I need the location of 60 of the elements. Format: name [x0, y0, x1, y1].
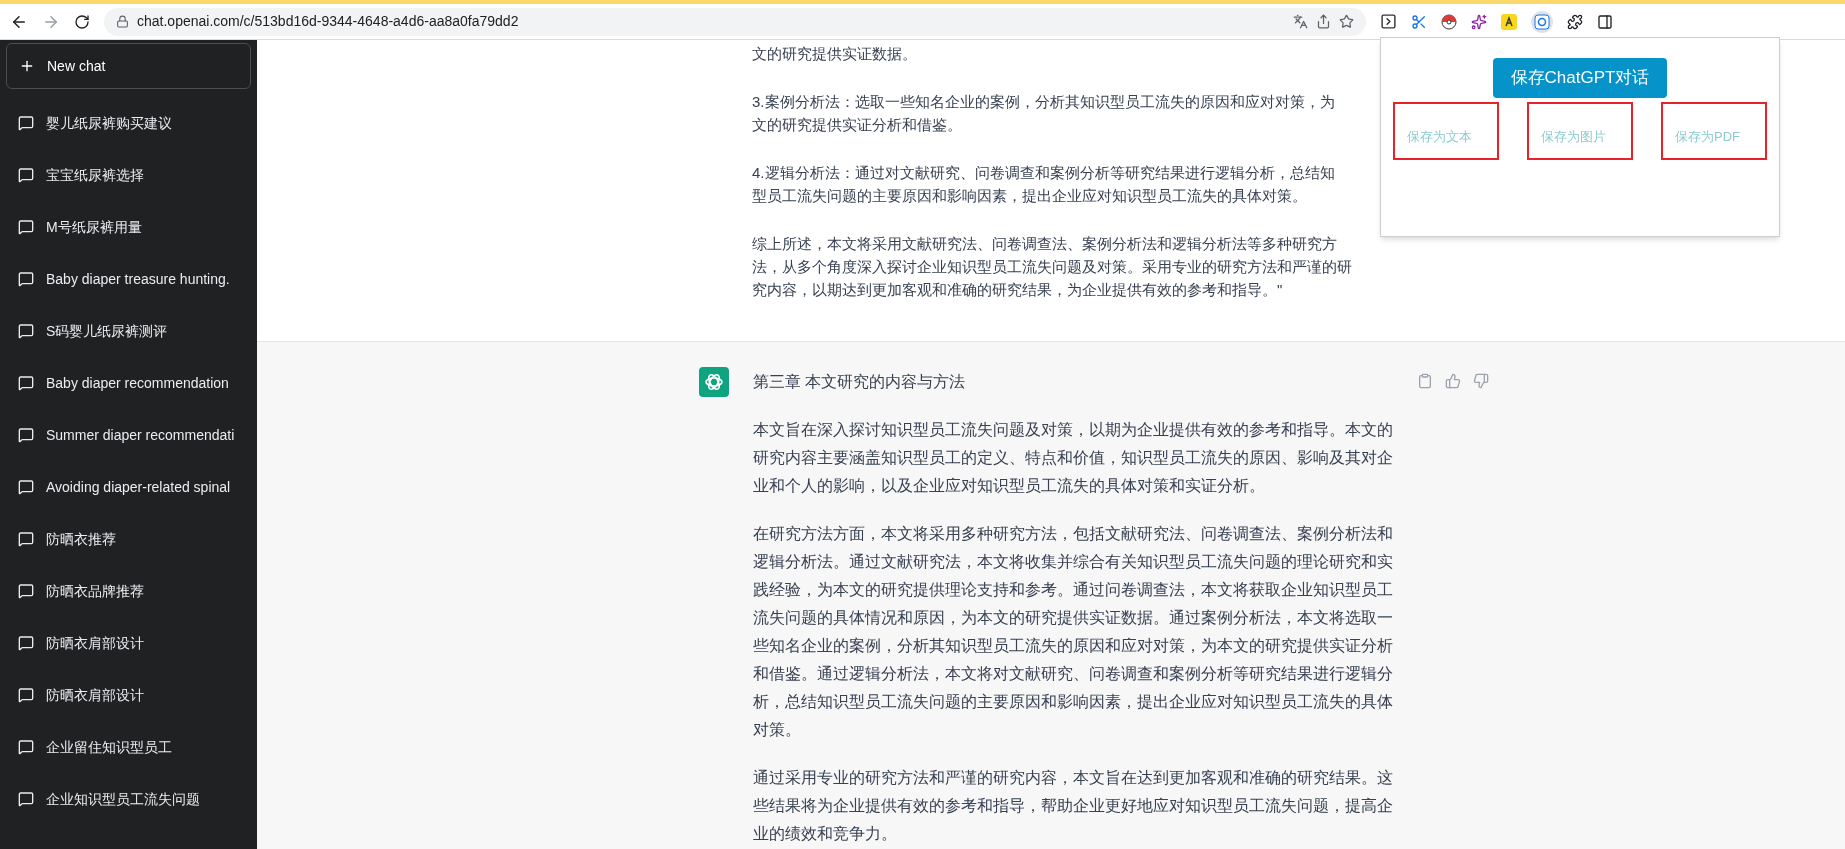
- chat-history-item[interactable]: 婴儿纸尿裤购买建议: [6, 97, 251, 149]
- extension-icon[interactable]: [1531, 10, 1553, 33]
- chat-history-item[interactable]: S码婴儿纸尿裤测评: [6, 305, 251, 357]
- message-text: 本文旨在深入探讨知识型员工流失问题及对策，以期为企业提供有效的参考和指导。本文的研究内容主要涵盖知识型员工的定义、特点和价值，知识型员工流失的原因、影响及其对企业和个人的影响，以及企业应对知识型员工流失的具体对策和实证分析。: [753, 420, 1393, 496]
- message-text: 3.案例分析法：选取一些知名企业的案例，分析其知识型员工流失的原因和应对对策，为: [752, 92, 1335, 112]
- chat-bubble-icon: [18, 323, 34, 339]
- logo-icon: [699, 367, 729, 397]
- chat-history-item[interactable]: 防晒衣肩部设计: [6, 669, 251, 721]
- chat-bubble-icon: [18, 479, 34, 495]
- side-panel-icon[interactable]: [1597, 13, 1613, 30]
- chat-history-item[interactable]: 防晒衣肩部设计: [6, 617, 251, 669]
- reload-icon[interactable]: [74, 13, 90, 30]
- letter-tile-icon[interactable]: [1501, 13, 1517, 30]
- plus-icon: [19, 58, 35, 74]
- message-text: 文的研究提供实证数据。: [752, 44, 917, 64]
- chat-history-item[interactable]: 防晒衣品牌推荐: [6, 565, 251, 617]
- message-text: 究内容，以期达到更加客观和准确的研究结果，为企业提供有效的参考和指导。": [752, 280, 1283, 300]
- translate-icon[interactable]: [1293, 14, 1308, 29]
- chat-bubble-icon: [18, 115, 34, 131]
- chat-bubble-icon: [18, 167, 34, 183]
- chat-history-item[interactable]: 企业知识型员工流失问题: [6, 773, 251, 825]
- address-field[interactable]: chat.openai.com/c/513bd16d-9344-4648-a4d6-aa8a0fa79dd2: [104, 7, 1366, 36]
- message-text: 通过采用专业的研究方法和严谨的研究内容，本文旨在达到更加客观和准确的研究结果。这些结果将为企业提供有效的参考和指导，帮助企业更好地应对知识型员工流失问题，提高企业的绩效和竞争力。: [753, 768, 1393, 844]
- terminal-icon[interactable]: [1380, 13, 1397, 30]
- thumbs-up-icon[interactable]: [1445, 373, 1461, 389]
- chat-history-item[interactable]: 宝宝纸尿裤选择: [6, 149, 251, 201]
- chat-history-item[interactable]: Baby diaper treasure hunting.: [6, 253, 251, 305]
- chat-history-item[interactable]: Summer diaper recommendati: [6, 409, 251, 461]
- url-text: chat.openai.com/c/513bd16d-9344-4648-a4d6-aa8a0fa79dd2: [137, 12, 519, 31]
- chat-bubble-icon: [18, 791, 34, 807]
- message-text: 综上所述，本文将采用文献研究法、问卷调查法、案例分析法和逻辑分析法等多种研究方: [752, 234, 1337, 254]
- chat-bubble-icon: [18, 375, 34, 391]
- chat-bubble-icon: [18, 635, 34, 651]
- ball-icon[interactable]: [1441, 13, 1457, 30]
- thumbs-down-icon[interactable]: [1473, 373, 1489, 389]
- message-text: 在研究方法方面，本文将采用多种研究方法，包括文献研究法、问卷调查法、案例分析法和逻辑分析法。通过文献研究法，本文将收集并综合有关知识型员工流失问题的理论研究和实践经验，为本文的研究提供理论支持和参考。通过问卷调查法，本文将获取企业知识型员工流失问题的具体情况和原因，为本文的研究提供实证数据。通过案例分析法，本文将选取一些知名企业的案例，分析其知识型员工流失的原因和应对对策，为本文的研究提供实证分析和借鉴。通过逻辑分析法，本文将对文献研究、问卷调查和案例分析等研究结果进行逻辑分析，总结知识型员工流失问题的主要原因和影响因素，提出企业应对知识型员工流失的具体对策。: [753, 524, 1393, 740]
- chat-bubble-icon: [18, 271, 34, 287]
- chat-bubble-icon: [18, 687, 34, 703]
- chat-bubble-icon: [18, 427, 34, 443]
- chat-history-item[interactable]: Baby diaper recommendation: [6, 357, 251, 409]
- chat-bubble-icon: [18, 219, 34, 235]
- star-icon[interactable]: [1339, 14, 1354, 29]
- message-text: 型员工流失问题的主要原因和影响因素，提出企业应对知识型员工流失的具体对策。: [752, 186, 1307, 206]
- chat-history-item[interactable]: M号纸尿裤用量: [6, 201, 251, 253]
- puzzle-icon[interactable]: [1567, 13, 1583, 30]
- message-text: 法，从多个角度深入探讨企业知识型员工流失问题及对策。采用专业的研究方法和严谨的研: [752, 257, 1352, 277]
- message-title: 第三章 本文研究的内容与方法: [753, 372, 967, 392]
- new-chat-button[interactable]: New chat: [6, 43, 251, 89]
- chat-history-item[interactable]: 企业留住知识型员工: [6, 721, 251, 773]
- chat-bubble-icon: [18, 739, 34, 755]
- sparkle-icon[interactable]: [1471, 13, 1487, 30]
- message-text: 4.逻辑分析法：通过对文献研究、问卷调查和案例分析等研究结果进行逻辑分析，总结知: [752, 163, 1335, 183]
- scissors-icon[interactable]: [1411, 13, 1427, 30]
- message-text: 文的研究提供实证分析和借鉴。: [752, 115, 962, 135]
- chat-history-item[interactable]: 防晒衣推荐: [6, 513, 251, 565]
- share-icon[interactable]: [1316, 14, 1331, 29]
- chat-bubble-icon: [18, 531, 34, 547]
- chat-bubble-icon: [18, 583, 34, 599]
- chat-history-item[interactable]: Avoiding diaper-related spinal: [6, 461, 251, 513]
- lock-icon: [116, 15, 129, 28]
